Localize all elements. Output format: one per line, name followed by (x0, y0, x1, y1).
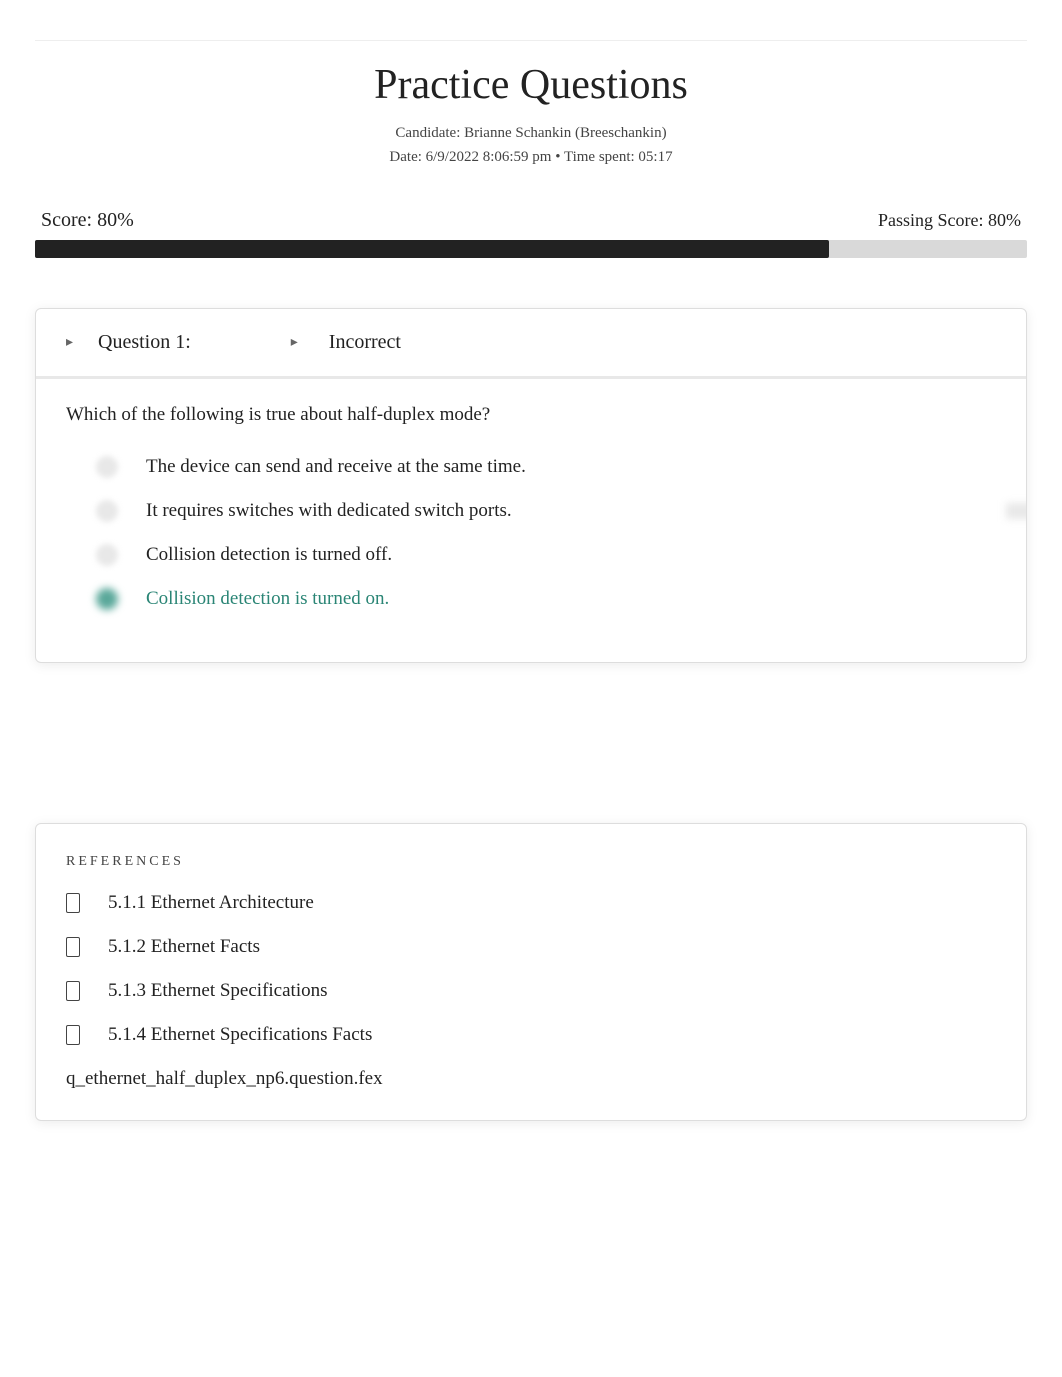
document-icon (66, 937, 80, 957)
option-row: It requires switches with dedicated swit… (96, 500, 996, 522)
references-title: REFERENCES (66, 854, 996, 870)
incorrect-icon: ▸ (291, 334, 309, 351)
reference-text: 5.1.1 Ethernet Architecture (108, 892, 314, 914)
radio-icon (96, 544, 118, 566)
candidate-line: Candidate: Brianne Schankin (Breeschanki… (35, 121, 1027, 145)
question-text: Which of the following is true about hal… (66, 404, 996, 426)
option-text: It requires switches with dedicated swit… (146, 500, 512, 522)
passing-score-label: Passing Score: 80% (878, 210, 1021, 231)
option-text: The device can send and receive at the s… (146, 456, 526, 478)
reference-item[interactable]: 5.1.3 Ethernet Specifications (66, 980, 996, 1002)
score-progress-bar (35, 240, 1027, 258)
radio-correct-icon (96, 588, 118, 610)
option-text: Collision detection is turned off. (146, 544, 392, 566)
radio-icon (96, 456, 118, 478)
option-row: Collision detection is turned off. (96, 544, 996, 566)
reference-item[interactable]: 5.1.4 Ethernet Specifications Facts (66, 1024, 996, 1046)
option-row: The device can send and receive at the s… (96, 456, 996, 478)
score-row: Score: 80% Passing Score: 80% (35, 199, 1027, 240)
page-title: Practice Questions (35, 61, 1027, 109)
question-card: ▸ Question 1: ▸ Incorrect Which of the f… (35, 308, 1027, 663)
score-progress-fill (35, 240, 829, 258)
document-icon (66, 981, 80, 1001)
question-header[interactable]: ▸ Question 1: ▸ Incorrect (36, 309, 1026, 379)
option-row: Collision detection is turned on. (96, 588, 996, 610)
reference-item[interactable]: 5.1.1 Ethernet Architecture (66, 892, 996, 914)
report-header: Practice Questions Candidate: Brianne Sc… (35, 40, 1027, 199)
question-file-id: q_ethernet_half_duplex_np6.question.fex (66, 1068, 996, 1090)
references-card: REFERENCES 5.1.1 Ethernet Architecture 5… (35, 823, 1027, 1121)
score-label: Score: 80% (41, 209, 134, 232)
question-status: Incorrect (329, 331, 401, 354)
question-number-label: Question 1: (98, 331, 191, 354)
expand-icon: ▸ (66, 334, 78, 351)
date-line: Date: 6/9/2022 8:06:59 pm • Time spent: … (35, 145, 1027, 169)
reference-text: 5.1.3 Ethernet Specifications (108, 980, 328, 1002)
reference-text: 5.1.2 Ethernet Facts (108, 936, 260, 958)
document-icon (66, 1025, 80, 1045)
radio-icon (96, 500, 118, 522)
options-list: The device can send and receive at the s… (66, 456, 996, 610)
reference-text: 5.1.4 Ethernet Specifications Facts (108, 1024, 372, 1046)
reference-item[interactable]: 5.1.2 Ethernet Facts (66, 936, 996, 958)
question-body: Which of the following is true about hal… (36, 379, 1026, 662)
option-text: Collision detection is turned on. (146, 588, 389, 610)
document-icon (66, 893, 80, 913)
